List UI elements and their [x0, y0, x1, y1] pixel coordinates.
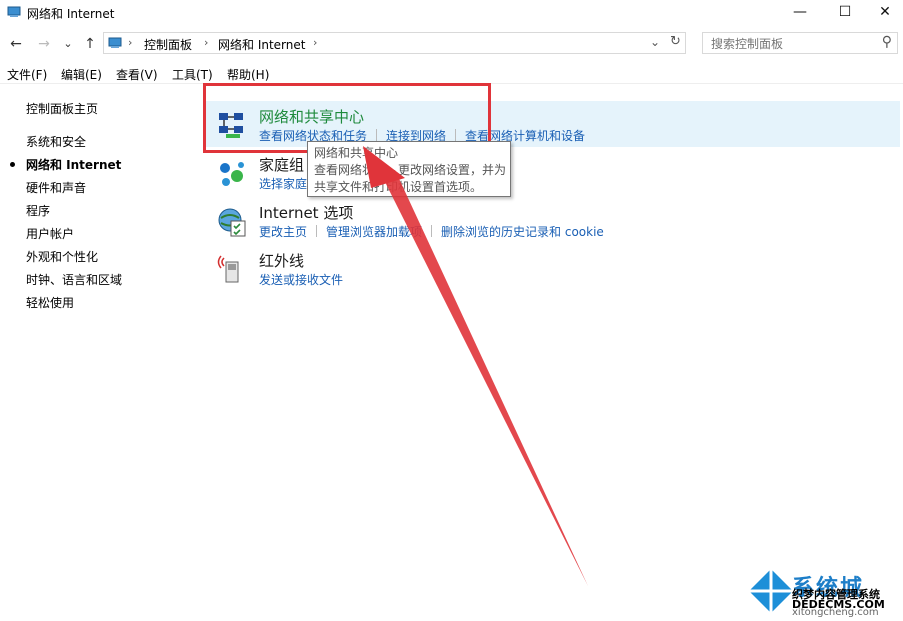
internet-options-icon — [218, 208, 246, 237]
network-folder-icon — [7, 6, 21, 17]
control-panel-icon — [108, 37, 122, 48]
category-links: 更改主页 管理浏览器加载项 删除浏览的历史记录和 cookie — [259, 223, 604, 240]
menu-tools[interactable]: 工具(T) — [172, 66, 213, 83]
search-box[interactable]: ⚲ — [702, 32, 898, 54]
menu-file[interactable]: 文件(F) — [7, 66, 47, 83]
address-dropdown-icon[interactable]: ⌄ — [650, 35, 660, 49]
breadcrumb-network-internet[interactable]: 网络和 Internet — [218, 36, 305, 53]
arrow-up-icon: ↑ — [84, 36, 96, 52]
forward-button[interactable]: → — [34, 34, 54, 54]
address-row: ← → ⌄ ↑ › 控制面板 › 网络和 Internet › ⌄ ↻ ⚲ — [0, 30, 903, 58]
sidebar-item-appearance[interactable]: 外观和个性化 — [26, 248, 98, 265]
minimize-button[interactable]: — — [777, 0, 823, 26]
category-title-internet-options[interactable]: Internet 选项 — [259, 202, 353, 223]
link-change-homepage[interactable]: 更改主页 — [259, 225, 307, 239]
homegroup-icon — [220, 162, 244, 186]
close-icon: ✕ — [879, 4, 891, 20]
chevron-down-icon: ⌄ — [63, 37, 73, 50]
watermark: 系统城 织梦内容管理系统 DEDECMS.COM xitongcheng.com — [748, 566, 900, 618]
sidebar-item-ease-of-access[interactable]: 轻松使用 — [26, 294, 74, 311]
link-delete-history[interactable]: 删除浏览的历史记录和 cookie — [441, 225, 604, 239]
tooltip-line: 共享文件和打印机设置首选项。 — [314, 180, 483, 194]
maximize-button[interactable]: ☐ — [822, 0, 868, 26]
search-icon[interactable]: ⚲ — [882, 34, 892, 50]
tooltip-title: 网络和共享中心 — [314, 146, 399, 160]
active-bullet — [10, 162, 15, 167]
breadcrumb-control-panel[interactable]: 控制面板 — [144, 36, 192, 53]
breadcrumb-separator: › — [313, 36, 318, 49]
sidebar-item-network-internet[interactable]: 网络和 Internet — [26, 156, 121, 173]
arrow-right-icon: → — [38, 36, 50, 52]
link-send-receive-files[interactable]: 发送或接收文件 — [259, 273, 343, 287]
sidebar-item-user-accounts[interactable]: 用户帐户 — [26, 225, 74, 242]
refresh-icon[interactable]: ↻ — [670, 34, 681, 49]
sidebar-item-clock-region[interactable]: 时钟、语言和区域 — [26, 271, 122, 288]
address-bar[interactable]: › 控制面板 › 网络和 Internet › ⌄ ↻ — [103, 32, 686, 54]
category-infrared[interactable]: 红外线 发送或接收文件 — [210, 250, 900, 290]
watermark-url: xitongcheng.com — [792, 607, 879, 618]
infrared-icon — [217, 255, 239, 283]
menu-bar: 文件(F) 编辑(E) 查看(V) 工具(T) 帮助(H) — [0, 63, 903, 84]
link-divider — [431, 225, 433, 237]
minimize-icon: — — [793, 4, 807, 20]
watermark-logo-icon — [749, 569, 793, 613]
category-title-homegroup[interactable]: 家庭组 — [259, 154, 304, 175]
sidebar-item-programs[interactable]: 程序 — [26, 202, 50, 219]
search-input[interactable] — [709, 35, 873, 53]
sidebar-item-hardware-sound[interactable]: 硬件和声音 — [26, 179, 86, 196]
back-button[interactable]: ← — [6, 34, 26, 54]
up-button[interactable]: ↑ — [80, 34, 100, 54]
link-choose-homegroup[interactable]: 选择家庭 — [259, 177, 307, 191]
category-internet-options[interactable]: Internet 选项 更改主页 管理浏览器加载项 删除浏览的历史记录和 cooki… — [210, 202, 900, 242]
link-divider — [316, 225, 318, 237]
menu-help[interactable]: 帮助(H) — [227, 66, 269, 83]
tooltip-line: 查看网络状态、更改网络设置，并为 — [314, 163, 507, 177]
close-button[interactable]: ✕ — [867, 0, 903, 26]
link-manage-addons[interactable]: 管理浏览器加载项 — [326, 225, 422, 239]
sidebar-item-system-security[interactable]: 系统和安全 — [26, 133, 86, 150]
title-bar: 网络和 Internet — ☐ ✕ — [0, 0, 903, 28]
recent-locations-button[interactable]: ⌄ — [58, 34, 78, 54]
category-links: 选择家庭 — [259, 175, 307, 192]
menu-edit[interactable]: 编辑(E) — [61, 66, 102, 83]
category-links: 发送或接收文件 — [259, 271, 343, 288]
window-title: 网络和 Internet — [27, 7, 115, 21]
breadcrumb-separator: › — [204, 36, 209, 49]
tooltip: 网络和共享中心 查看网络状态、更改网络设置，并为 共享文件和打印机设置首选项。 — [307, 141, 511, 197]
arrow-left-icon: ← — [10, 36, 22, 52]
sidebar-home-link[interactable]: 控制面板主页 — [26, 100, 98, 117]
breadcrumb-separator: › — [128, 36, 133, 49]
maximize-icon: ☐ — [838, 4, 852, 20]
menu-view[interactable]: 查看(V) — [116, 66, 158, 83]
category-title-infrared[interactable]: 红外线 — [259, 250, 304, 271]
